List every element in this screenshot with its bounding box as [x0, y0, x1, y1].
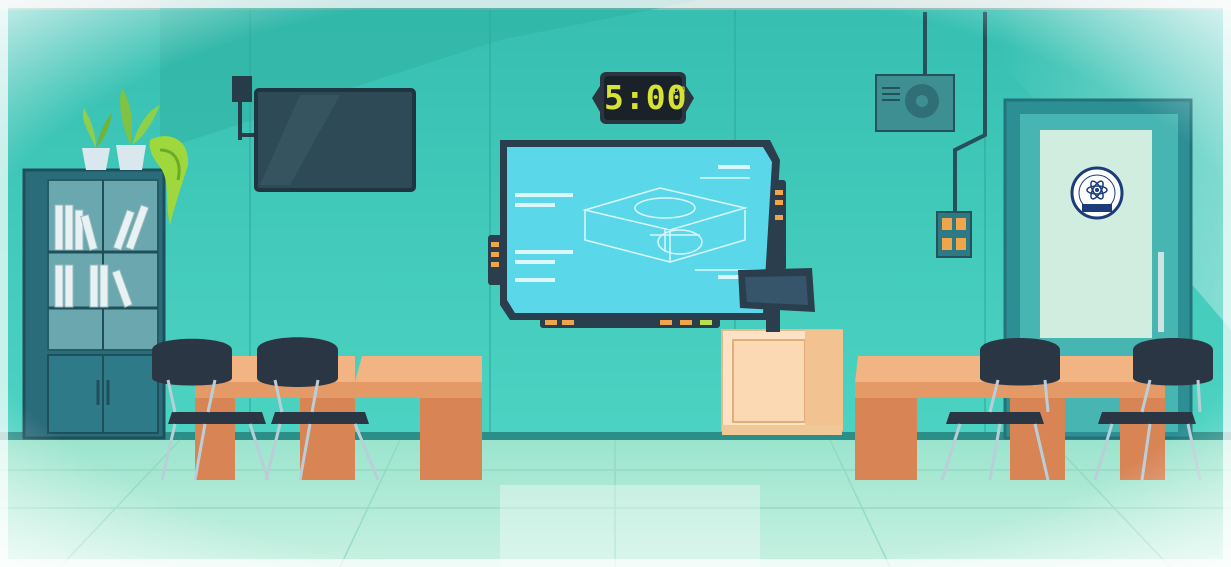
clock-ampm: pm	[673, 84, 686, 95]
clock-time: 5:00	[604, 78, 688, 117]
